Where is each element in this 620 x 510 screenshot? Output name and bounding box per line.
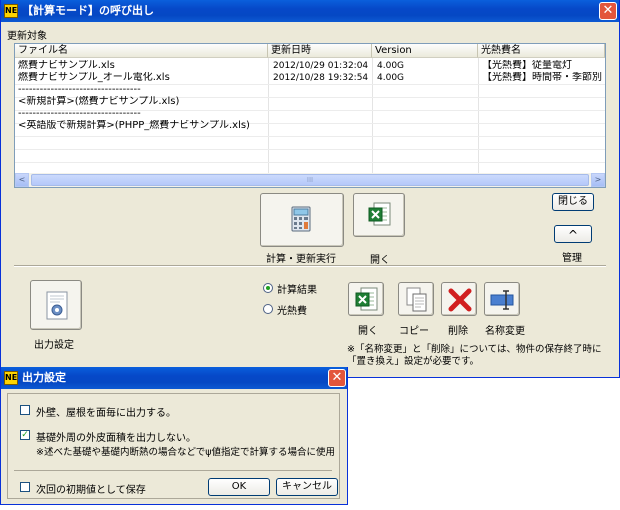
dialog-divider xyxy=(14,470,332,471)
table-row-cell[interactable]: ---------------------------------- xyxy=(18,84,266,96)
dialog-title-bar[interactable]: NE 出力設定 ✕ xyxy=(1,367,347,389)
update-target-label: 更新対象 xyxy=(7,31,47,42)
table-row-cell[interactable]: 4.00G xyxy=(377,60,475,72)
cancel-button[interactable]: キャンセル xyxy=(276,478,338,496)
action-open-label: 開く xyxy=(358,326,378,337)
action-copy-button[interactable] xyxy=(398,282,434,316)
main-title-bar[interactable]: NE 【計算モード】の呼び出し ✕ xyxy=(1,0,619,22)
column-header-version[interactable]: Version xyxy=(372,44,478,58)
table-row-cell[interactable]: ---------------------------------- xyxy=(18,108,266,120)
foundation-checkbox[interactable]: ✓ xyxy=(20,430,30,440)
main-window-title: 【計算モード】の呼び出し xyxy=(22,4,154,17)
scroll-right-icon[interactable]: > xyxy=(591,173,605,187)
calculator-icon xyxy=(291,206,311,232)
open-label: 開く xyxy=(370,255,390,266)
table-row-cell[interactable]: <新規計算>(燃費ナビサンプル.xls) xyxy=(18,96,266,108)
horizontal-scrollbar[interactable]: < III > xyxy=(15,173,605,187)
foundation-note: ※述べた基礎や基礎内断熱の場合などでψ値指定で計算する場合に使用 xyxy=(36,447,336,458)
ok-button[interactable]: OK xyxy=(208,478,270,496)
column-header-utility-name[interactable]: 光熱費名 xyxy=(478,44,605,58)
save-default-label: 次回の初期値として保存 xyxy=(36,485,146,496)
file-list[interactable]: ファイル名 更新日時 Version 光熱費名 燃費ナビサンプル.xls 201… xyxy=(14,43,606,188)
exterior-walls-label: 外壁、屋根を面毎に出力する。 xyxy=(36,408,176,419)
rename-delete-note-line2: 「置き換え」設定が必要です。 xyxy=(347,356,480,367)
column-header-updated[interactable]: 更新日時 xyxy=(268,44,372,58)
table-row-cell[interactable]: 2012/10/29 01:32:04 xyxy=(273,60,371,72)
action-delete-label: 削除 xyxy=(448,326,468,337)
table-row-cell[interactable]: 2012/10/28 19:32:54 xyxy=(273,72,371,84)
excel-icon xyxy=(355,287,378,311)
calc-result-label: 計算結果 xyxy=(277,285,317,296)
app-icon: NE xyxy=(4,4,18,18)
calc-mode-window: NE 【計算モード】の呼び出し ✕ 更新対象 ファイル名 更新日時 Versio… xyxy=(0,0,620,378)
calc-update-run-label: 計算・更新実行 xyxy=(266,254,336,265)
manage-toggle-button[interactable]: ^ xyxy=(554,225,592,243)
app-icon: NE xyxy=(4,371,18,385)
open-excel-button[interactable] xyxy=(353,193,405,237)
action-copy-label: コピー xyxy=(399,326,429,337)
main-close-icon[interactable]: ✕ xyxy=(599,2,617,20)
table-row-cell[interactable]: 【光熱費】時間帯・季節別 xyxy=(482,72,604,84)
output-settings-button[interactable] xyxy=(30,280,82,330)
manage-label: 管理 xyxy=(562,253,582,264)
foundation-label: 基礎外周の外皮面積を出力しない。 xyxy=(36,433,196,444)
calc-result-radio[interactable] xyxy=(263,283,273,293)
table-row-cell[interactable]: 燃費ナビサンプル_オール電化.xls xyxy=(18,72,266,84)
utility-cost-radio[interactable] xyxy=(263,304,273,314)
table-row-cell[interactable]: 4.00G xyxy=(377,72,475,84)
delete-x-icon xyxy=(448,288,472,312)
table-row-cell[interactable]: <英語版で新規計算>(PHPP_燃費ナビサンプル.xls) xyxy=(18,120,266,132)
output-settings-label: 出力設定 xyxy=(34,340,74,351)
calc-update-run-button[interactable] xyxy=(260,193,344,247)
exterior-walls-checkbox[interactable] xyxy=(20,405,30,415)
rename-icon xyxy=(490,290,514,310)
action-rename-button[interactable] xyxy=(484,282,520,316)
settings-document-icon xyxy=(46,291,68,320)
save-default-checkbox[interactable] xyxy=(20,482,30,492)
section-divider xyxy=(14,265,606,267)
excel-icon xyxy=(368,202,391,226)
scroll-thumb[interactable]: III xyxy=(31,174,589,186)
action-rename-label: 名称変更 xyxy=(485,326,525,337)
table-row-cell[interactable]: 【光熱費】従量電灯 xyxy=(482,60,604,72)
scroll-left-icon[interactable]: < xyxy=(15,173,29,187)
copy-icon xyxy=(406,287,427,312)
dialog-title: 出力設定 xyxy=(22,371,66,384)
close-button[interactable]: 閉じる xyxy=(552,193,594,211)
action-delete-button[interactable] xyxy=(441,282,477,316)
utility-cost-label: 光熱費 xyxy=(277,306,307,317)
table-row-cell[interactable]: 燃費ナビサンプル.xls xyxy=(18,60,266,72)
dialog-close-icon[interactable]: ✕ xyxy=(328,369,346,387)
action-open-button[interactable] xyxy=(348,282,384,316)
column-header-filename[interactable]: ファイル名 xyxy=(15,44,268,58)
